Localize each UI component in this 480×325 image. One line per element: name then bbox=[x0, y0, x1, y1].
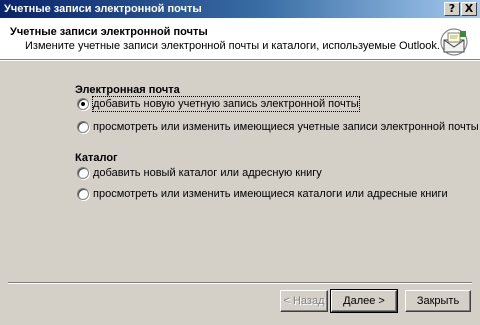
close-dialog-button[interactable]: Закрыть bbox=[405, 290, 471, 312]
header-title: Учетные записи электронной почты bbox=[10, 26, 208, 38]
radio-button-selected[interactable] bbox=[77, 98, 89, 110]
email-accounts-dialog: Учетные записи электронной почты ? X Уче… bbox=[0, 0, 480, 325]
radio-button[interactable] bbox=[77, 167, 89, 179]
add-directory-option[interactable]: добавить новый каталог или адресную книг… bbox=[77, 166, 322, 180]
radio-button[interactable] bbox=[77, 188, 89, 200]
footer-separator bbox=[8, 282, 472, 284]
email-section-label: Электронная почта bbox=[75, 84, 180, 96]
view-email-accounts-option[interactable]: просмотреть или изменить имеющиеся учетн… bbox=[77, 120, 479, 134]
option-label[interactable]: просмотреть или изменить имеющиеся катал… bbox=[93, 187, 448, 201]
next-button[interactable]: Далее > bbox=[330, 289, 398, 313]
window-title: Учетные записи электронной почты bbox=[4, 3, 202, 15]
option-label[interactable]: добавить новый каталог или адресную книг… bbox=[93, 166, 322, 180]
view-directories-option[interactable]: просмотреть или изменить имеющиеся катал… bbox=[77, 187, 448, 201]
directory-section-label: Каталог bbox=[75, 152, 118, 164]
close-button[interactable]: X bbox=[461, 2, 477, 16]
title-bar: Учетные записи электронной почты ? X bbox=[0, 0, 480, 18]
option-label[interactable]: добавить новую учетную запись электронно… bbox=[92, 96, 360, 112]
mail-envelope-icon bbox=[440, 28, 468, 56]
header-subtitle: Измените учетные записи электронной почт… bbox=[25, 40, 440, 52]
help-button[interactable]: ? bbox=[444, 2, 460, 16]
dialog-header: Учетные записи электронной почты Изменит… bbox=[0, 18, 480, 61]
radio-button[interactable] bbox=[77, 121, 89, 133]
add-email-account-option[interactable]: добавить новую учетную запись электронно… bbox=[77, 96, 360, 112]
option-label[interactable]: просмотреть или изменить имеющиеся учетн… bbox=[93, 120, 479, 134]
back-button[interactable]: < Назад bbox=[280, 290, 328, 312]
